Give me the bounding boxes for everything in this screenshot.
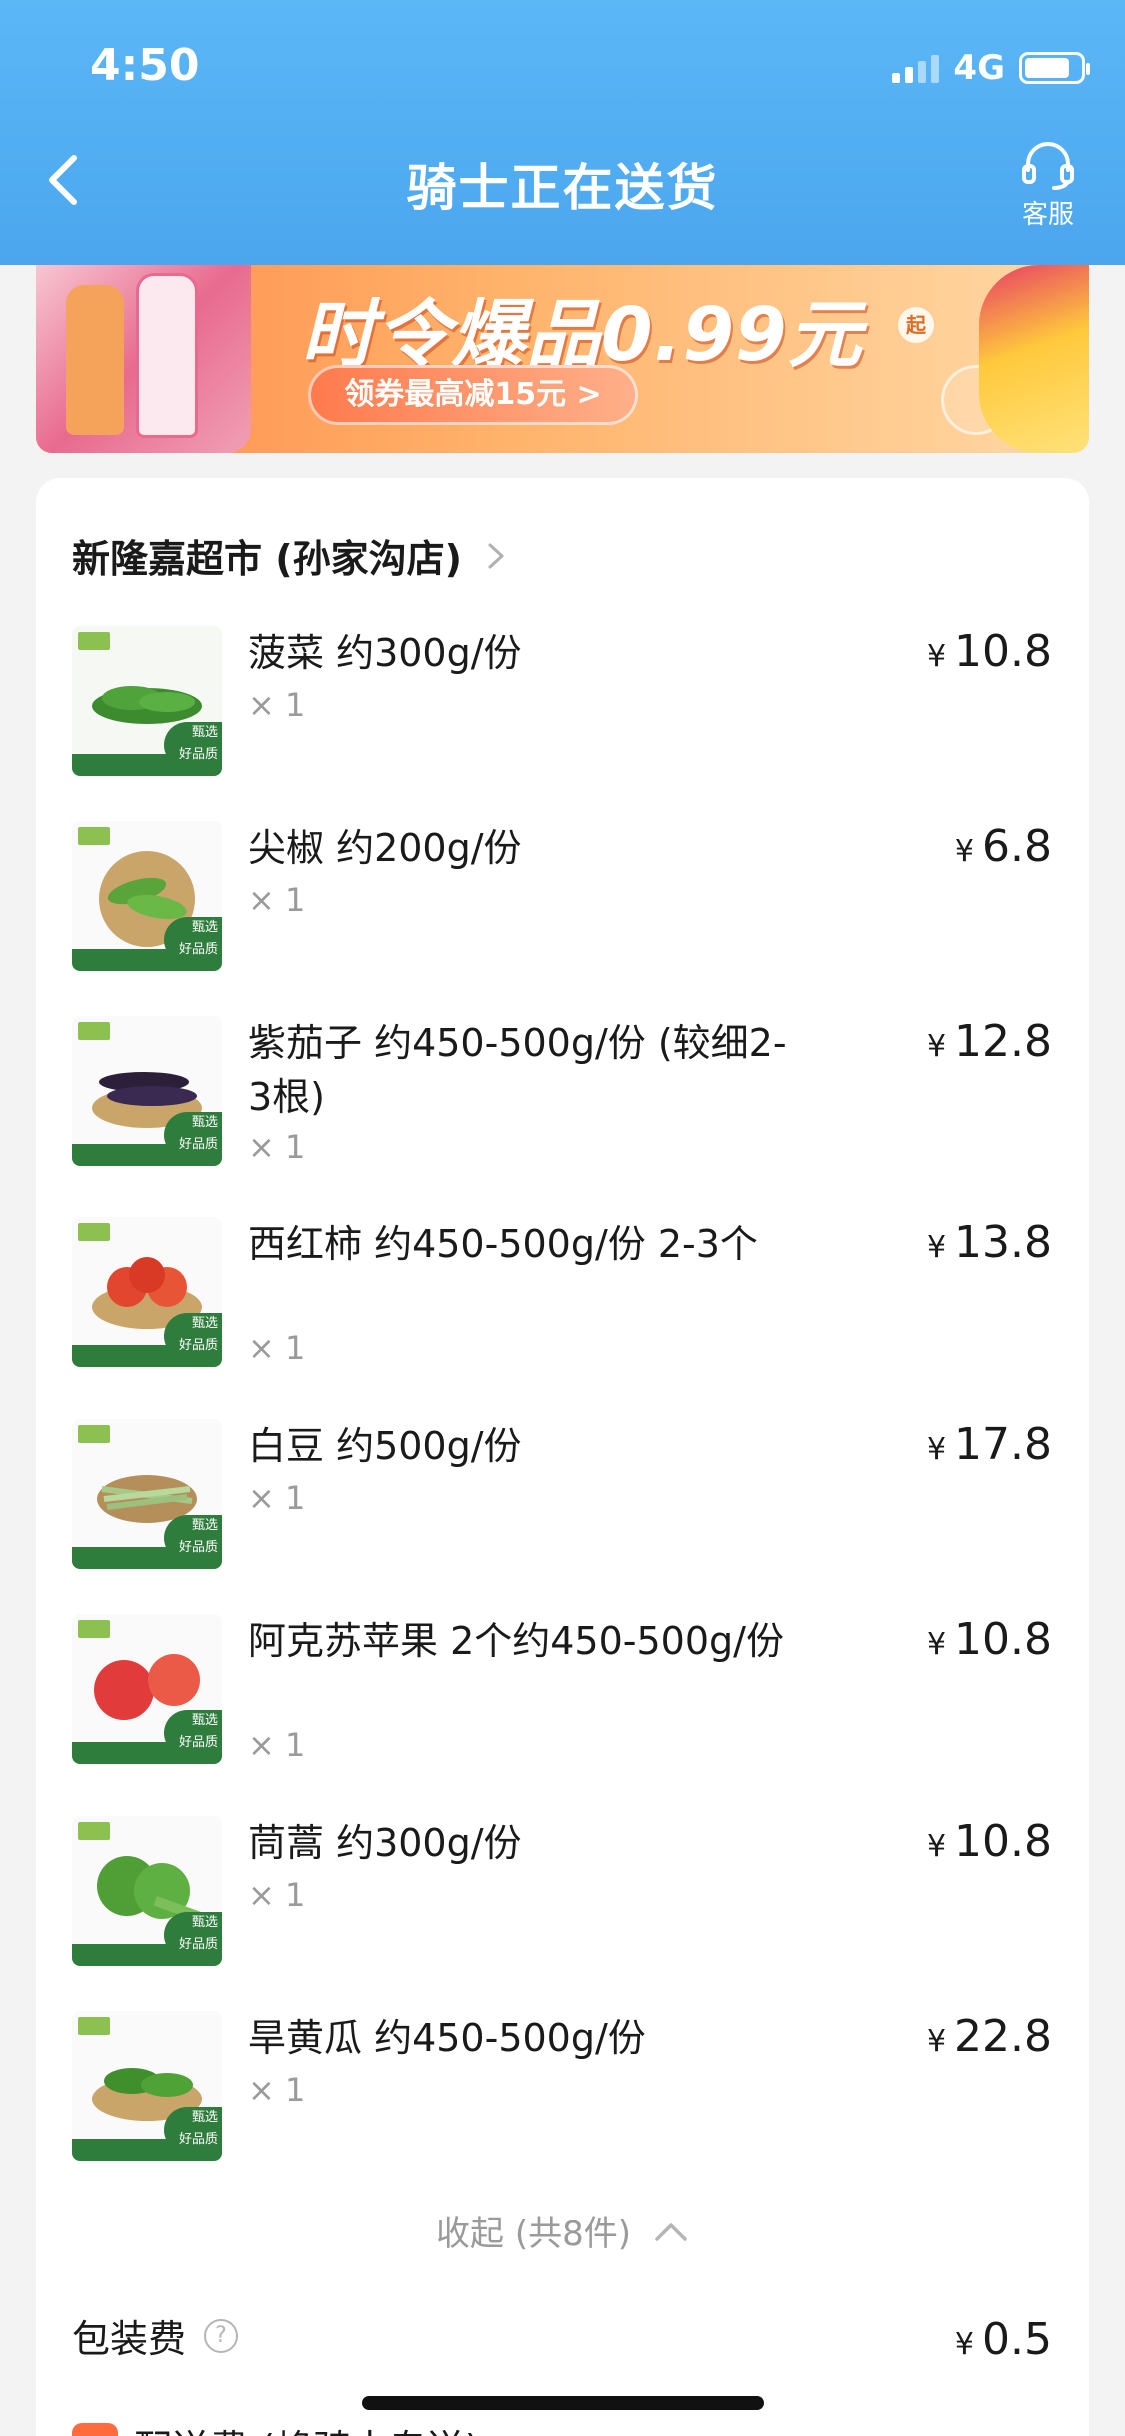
price-value: 12.8 [954, 1016, 1052, 1067]
currency-symbol: ¥ [926, 2024, 947, 2059]
delivery-fee-row: 配送费 (蜂骑士专送) [72, 2418, 480, 2436]
delivery-fee-label: 配送费 (蜂骑士专送) [134, 2418, 480, 2436]
signal-icon [892, 53, 940, 83]
help-icon[interactable]: ? [204, 2318, 239, 2353]
product-image: 甄选 好品质 [72, 1217, 222, 1367]
item-quantity: × 1 [248, 1128, 306, 1166]
item-price: ¥13.8 [927, 1217, 1052, 1268]
item-name: 白豆 约500g/份 [248, 1424, 522, 1468]
page-title: 骑士正在送货 [406, 159, 719, 217]
status-icons: 4G [892, 48, 1090, 88]
order-card: 新隆嘉超市 (孙家沟店) 甄选好品质 菠菜 约300g/份 × 1 ¥10.8 [36, 478, 1089, 2436]
headset-icon [1022, 142, 1074, 190]
customer-service-button[interactable]: 客服 [1003, 140, 1093, 235]
battery-icon [1019, 52, 1090, 84]
currency-symbol: ¥ [954, 2327, 975, 2362]
item-name: 尖椒 约200g/份 [248, 826, 522, 870]
currency-symbol: ¥ [926, 639, 947, 674]
fruit-image [979, 265, 1089, 453]
collapse-button[interactable]: 收起 (共8件) [36, 2206, 1089, 2255]
item-name: 阿克苏苹果 2个约450-500g/份 [248, 1619, 784, 1663]
product-image: 甄选 好品质 [72, 1016, 222, 1166]
network-label: 4G [953, 48, 1005, 88]
item-name: 紫茄子 约450-500g/份 (较细2-3根) [248, 1021, 787, 1119]
price-value: 13.8 [954, 1217, 1052, 1268]
item-price: ¥22.8 [927, 2011, 1052, 2062]
item-price: ¥10.8 [927, 626, 1052, 677]
item-price: ¥10.8 [927, 1614, 1052, 1665]
banner-badge: 起 [898, 307, 934, 343]
chevron-right-icon [488, 543, 504, 568]
price-value: 10.8 [954, 1614, 1052, 1665]
item-quantity: × 1 [248, 1479, 306, 1517]
drink-product-image [36, 265, 251, 453]
currency-symbol: ¥ [926, 1029, 947, 1064]
price-value: 17.8 [954, 1419, 1052, 1470]
product-image: 甄选 好品质 [72, 821, 222, 971]
promo-banner[interactable]: 时令爆品0.99元 起 领券最高减15元 > [36, 265, 1089, 453]
item-name: 西红柿 约450-500g/份 2-3个 [248, 1222, 758, 1266]
product-image: 甄选 好品质 [72, 1816, 222, 1966]
item-quantity: × 1 [248, 1329, 306, 1367]
item-quantity: × 1 [248, 2071, 306, 2109]
price-value: 22.8 [954, 2011, 1052, 2062]
currency-symbol: ¥ [954, 834, 975, 869]
price-value: 0.5 [982, 2314, 1052, 2365]
item-price: ¥12.8 [927, 1016, 1052, 1067]
home-indicator[interactable] [362, 2396, 764, 2410]
header: 4:50 4G 骑士正在送货 客服 [0, 0, 1125, 265]
price-value: 6.8 [982, 821, 1052, 872]
customer-service-label: 客服 [1021, 200, 1074, 230]
item-price: ¥17.8 [927, 1419, 1052, 1470]
currency-symbol: ¥ [926, 1829, 947, 1864]
product-image: 甄选 好品质 [72, 2011, 222, 2161]
coupon-button[interactable]: 领券最高减15元 > [308, 365, 638, 425]
chevron-up-icon [655, 2222, 687, 2241]
price-value: 10.8 [954, 1816, 1052, 1867]
item-quantity: × 1 [248, 1726, 306, 1764]
store-name: 新隆嘉超市 (孙家沟店) [72, 537, 462, 581]
currency-symbol: ¥ [926, 1230, 947, 1265]
product-image: 甄选 好品质 [72, 1419, 222, 1569]
item-price: ¥10.8 [927, 1816, 1052, 1867]
product-image: 甄选 好品质 [72, 1614, 222, 1764]
collapse-label: 收起 (共8件) [436, 2214, 631, 2254]
store-link[interactable]: 新隆嘉超市 (孙家沟店) [72, 528, 510, 583]
item-name: 茼蒿 约300g/份 [248, 1821, 522, 1865]
item-name: 菠菜 约300g/份 [248, 631, 522, 675]
status-time: 4:50 [90, 40, 200, 91]
price-value: 10.8 [954, 626, 1052, 677]
currency-symbol: ¥ [926, 1432, 947, 1467]
delivery-icon [72, 2422, 118, 2436]
currency-symbol: ¥ [926, 1627, 947, 1662]
item-quantity: × 1 [248, 686, 306, 724]
item-price: ¥6.8 [955, 821, 1052, 872]
item-quantity: × 1 [248, 881, 306, 919]
packaging-fee-label: 包装费 [72, 2317, 187, 2361]
item-quantity: × 1 [248, 1876, 306, 1914]
product-image: 甄选 好品质 [72, 626, 222, 776]
packaging-fee-price: ¥0.5 [955, 2314, 1052, 2365]
packaging-fee-row: 包装费 ? ¥0.5 [72, 2308, 1052, 2365]
item-name: 旱黄瓜 约450-500g/份 [248, 2016, 646, 2060]
